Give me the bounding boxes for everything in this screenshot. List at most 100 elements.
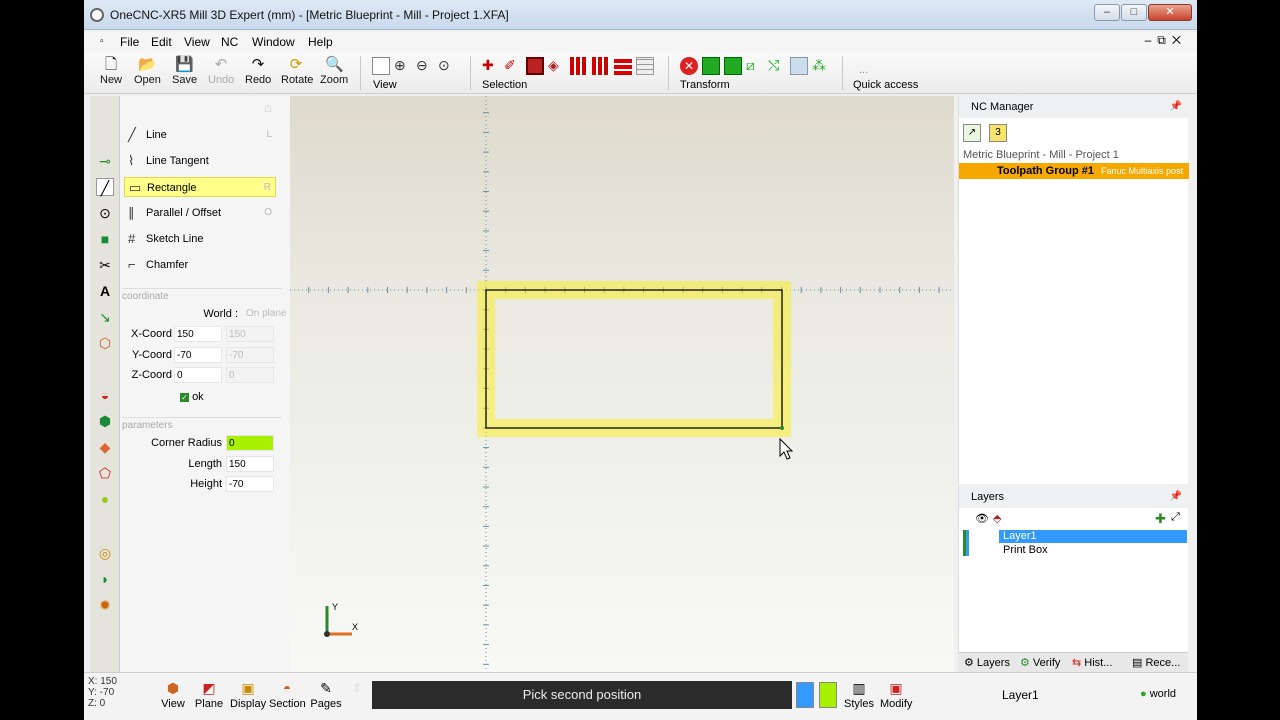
- status-modify-button[interactable]: ▣ Modify: [880, 679, 912, 710]
- app-icon[interactable]: [90, 8, 104, 22]
- nc-tool-icon[interactable]: ↗: [963, 124, 981, 142]
- status-view-button[interactable]: ⬢ View: [160, 679, 186, 710]
- pin-icon[interactable]: 📌: [1170, 486, 1182, 508]
- mdi-controls[interactable]: –⧉✕: [1145, 33, 1187, 48]
- toolpath-group-row[interactable]: Toolpath Group #1 Fanuc Multiaxis post: [959, 163, 1189, 179]
- drill-icon[interactable]: ◎: [96, 544, 114, 562]
- rotate-button[interactable]: ⟳ Rotate: [281, 56, 313, 86]
- extrude-icon[interactable]: ◆: [96, 438, 114, 456]
- tab-history[interactable]: ⇆ Hist...: [1072, 656, 1112, 669]
- ok-checkbox[interactable]: ✓ ok: [180, 391, 220, 403]
- corner-radius-input[interactable]: [226, 435, 274, 451]
- select-none-icon[interactable]: [636, 57, 654, 75]
- point-icon[interactable]: ⊸: [96, 152, 114, 170]
- circle-icon[interactable]: ⊙: [96, 204, 114, 222]
- save-button[interactable]: 💾 Save: [172, 56, 197, 86]
- select-chain-icon[interactable]: [570, 57, 588, 75]
- color-blue-swatch[interactable]: [796, 682, 814, 708]
- nc-project-name[interactable]: Metric Blueprint - Mill - Project 1: [963, 149, 1119, 161]
- status-plane-button[interactable]: ◩ Plane: [194, 679, 224, 710]
- dimension-icon[interactable]: ↘: [96, 308, 114, 326]
- status-section-button[interactable]: ◓ Section: [269, 679, 306, 710]
- quick-access-label[interactable]: Quick access: [853, 79, 918, 91]
- new-button[interactable]: 🗋 New: [100, 56, 122, 86]
- add-layer-icon[interactable]: ✚: [1155, 511, 1166, 527]
- visibility-eye-icon[interactable]: 👁: [975, 512, 989, 525]
- status-styles-button[interactable]: ▥ Styles: [844, 679, 874, 710]
- home-icon[interactable]: ⌂: [264, 100, 272, 115]
- world-indicator[interactable]: ● world: [1140, 688, 1176, 700]
- zoom-out-icon[interactable]: ⊖: [416, 57, 434, 75]
- menu-window[interactable]: Window: [252, 35, 295, 49]
- trim-icon[interactable]: ✂: [96, 256, 114, 274]
- select-add-icon[interactable]: ✚: [482, 57, 500, 75]
- redo-button[interactable]: ↷ Redo: [245, 56, 271, 86]
- copy-icon[interactable]: [724, 57, 742, 75]
- zoom-all-icon[interactable]: ⊙: [438, 57, 456, 75]
- menu-help[interactable]: Help: [308, 35, 333, 49]
- box-icon[interactable]: ⬢: [96, 412, 114, 430]
- current-layer[interactable]: Layer1: [1002, 688, 1039, 702]
- rotate-transform-icon[interactable]: ⤭: [768, 57, 786, 75]
- surface-icon[interactable]: ■: [96, 230, 114, 248]
- command-rectangle[interactable]: ▭ Rectangle R: [124, 177, 276, 197]
- select-grid-icon[interactable]: [526, 57, 544, 75]
- select-all-icon[interactable]: [614, 57, 632, 75]
- mdi-icon[interactable]: ▫: [100, 36, 104, 47]
- array-icon[interactable]: ⁂: [812, 57, 830, 75]
- select-erase-icon[interactable]: ✐: [504, 57, 522, 75]
- command-chamfer[interactable]: ⌐ Chamfer: [124, 255, 276, 275]
- color-marker-icon[interactable]: ⬘: [993, 512, 1001, 525]
- line-tool-icon[interactable]: ╱: [96, 178, 114, 196]
- tab-layers[interactable]: ⚙ Layers: [964, 656, 1010, 669]
- open-button[interactable]: 📂 Open: [134, 56, 161, 86]
- nav-arrows-icon[interactable]: ⇕: [352, 681, 362, 695]
- solid-icon[interactable]: ◒: [96, 386, 114, 404]
- status-display-button[interactable]: ▣ Display: [230, 679, 266, 710]
- pocket-icon[interactable]: ◗: [96, 570, 114, 588]
- command-line[interactable]: ╱ Line L: [124, 125, 276, 145]
- gear-icon[interactable]: ✹: [96, 596, 114, 614]
- close-button[interactable]: ✕: [1148, 4, 1192, 21]
- tab-recent[interactable]: ▤ Rece...: [1132, 656, 1180, 669]
- layer-row-layer1[interactable]: Layer1: [999, 530, 1187, 543]
- polygon-icon[interactable]: ⬡: [96, 334, 114, 352]
- expand-icon[interactable]: ⤢: [1171, 511, 1180, 524]
- nc-group-count-icon[interactable]: 3: [989, 124, 1007, 142]
- pin-icon[interactable]: 📌: [1170, 96, 1182, 118]
- spheres-icon[interactable]: ●: [96, 490, 114, 508]
- color-green-swatch[interactable]: [819, 682, 837, 708]
- menu-nc[interactable]: NC: [221, 35, 238, 49]
- drawing-canvas[interactable]: Y X: [290, 96, 954, 672]
- text-icon[interactable]: A: [96, 282, 114, 300]
- cancel-transform-icon[interactable]: ✕: [680, 57, 698, 75]
- scale-icon[interactable]: [790, 57, 808, 75]
- status-pages-button[interactable]: ✎ Pages: [310, 679, 342, 710]
- menu-file[interactable]: File: [120, 35, 139, 49]
- z-coord-input[interactable]: [174, 367, 222, 383]
- tab-verify[interactable]: ⚙ Verify: [1020, 656, 1060, 669]
- zoom-window-icon[interactable]: [372, 57, 390, 75]
- zoom-button[interactable]: 🔍 Zoom: [320, 56, 348, 86]
- menu-edit[interactable]: Edit: [151, 35, 172, 49]
- mirror-icon[interactable]: ⧄: [746, 57, 764, 75]
- x-coord-input[interactable]: [174, 326, 222, 342]
- view-tools: ⊕ ⊖ ⊙: [372, 57, 456, 75]
- move-icon[interactable]: [702, 57, 720, 75]
- y-coord-input[interactable]: [174, 347, 222, 363]
- quick-access-dots[interactable]: ...: [859, 64, 868, 76]
- menu-view[interactable]: View: [184, 35, 210, 49]
- loft-icon[interactable]: ⬠: [96, 464, 114, 482]
- undo-button[interactable]: ↶ Undo: [208, 56, 234, 86]
- minimize-button[interactable]: –: [1094, 4, 1120, 21]
- select-window-icon[interactable]: [592, 57, 610, 75]
- command-line-tangent[interactable]: ⌇ Line Tangent: [124, 151, 276, 171]
- command-sketch-line[interactable]: # Sketch Line: [124, 229, 276, 249]
- layer-row-print-box[interactable]: Print Box: [999, 544, 1187, 557]
- length-input[interactable]: [226, 456, 274, 472]
- zoom-in-icon[interactable]: ⊕: [394, 57, 412, 75]
- command-parallel-offset[interactable]: ∥ Parallel / Offset O: [124, 203, 276, 223]
- select-layer-icon[interactable]: ◈: [548, 57, 566, 75]
- height-input[interactable]: [226, 476, 274, 492]
- maximize-button[interactable]: □: [1121, 4, 1147, 21]
